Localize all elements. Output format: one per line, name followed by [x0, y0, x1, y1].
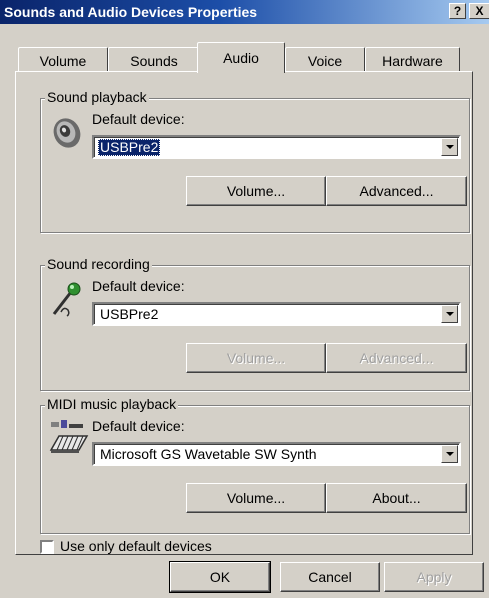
midi-playback-group: MIDI music playback Default device: Micr… — [40, 396, 470, 534]
chevron-down-icon[interactable] — [441, 138, 458, 156]
playback-volume-button[interactable]: Volume... — [186, 176, 326, 206]
tab-hardware[interactable]: Hardware — [365, 47, 460, 73]
midi-device-select[interactable]: Microsoft GS Wavetable SW Synth — [92, 442, 461, 466]
cancel-button[interactable]: Cancel — [280, 562, 380, 592]
midi-volume-button[interactable]: Volume... — [186, 483, 326, 513]
recording-device-select[interactable]: USBPre2 — [92, 302, 461, 326]
use-default-devices-label[interactable]: Use only default devices — [60, 538, 212, 554]
midi-playback-label: MIDI music playback — [45, 396, 179, 412]
sound-playback-group: Sound playback Default device: USBPre2 V… — [40, 89, 470, 233]
tab-sounds[interactable]: Sounds — [108, 47, 200, 73]
playback-device-value: USBPre2 — [98, 139, 161, 156]
midi-device-label: Default device: — [92, 418, 185, 434]
midi-about-button[interactable]: About... — [326, 483, 467, 513]
sound-recording-group: Sound recording Default device: USBPre2 … — [40, 256, 470, 391]
playback-device-label: Default device: — [92, 111, 185, 127]
help-button[interactable]: ? — [449, 3, 466, 19]
playback-device-select[interactable]: USBPre2 — [92, 135, 461, 159]
dialog-body: Volume Sounds Audio Voice Hardware Sound… — [0, 24, 489, 598]
apply-button[interactable]: Apply — [384, 562, 484, 592]
ok-button[interactable]: OK — [169, 561, 271, 593]
sound-recording-label: Sound recording — [45, 256, 152, 272]
midi-device-value: Microsoft GS Wavetable SW Synth — [100, 446, 317, 462]
midi-keyboard-icon — [49, 420, 89, 453]
audio-tab-panel: Sound playback Default device: USBPre2 V… — [15, 71, 473, 555]
microphone-icon — [52, 282, 81, 317]
window-title: Sounds and Audio Devices Properties — [4, 4, 258, 20]
chevron-down-icon[interactable] — [441, 305, 458, 323]
use-default-devices-checkbox[interactable] — [40, 540, 54, 554]
recording-advanced-button[interactable]: Advanced... — [326, 343, 467, 373]
playback-advanced-button[interactable]: Advanced... — [326, 176, 467, 206]
title-bar[interactable]: Sounds and Audio Devices Properties ? X — [0, 0, 489, 24]
tab-volume[interactable]: Volume — [18, 47, 108, 73]
recording-device-label: Default device: — [92, 278, 185, 294]
tab-voice[interactable]: Voice — [285, 47, 365, 73]
tab-audio[interactable]: Audio — [197, 42, 285, 73]
chevron-down-icon[interactable] — [441, 445, 458, 463]
close-button[interactable]: X — [469, 3, 489, 19]
speaker-icon — [53, 118, 81, 148]
recording-volume-button[interactable]: Volume... — [186, 343, 326, 373]
sound-playback-label: Sound playback — [45, 89, 149, 105]
recording-device-value: USBPre2 — [100, 306, 159, 322]
